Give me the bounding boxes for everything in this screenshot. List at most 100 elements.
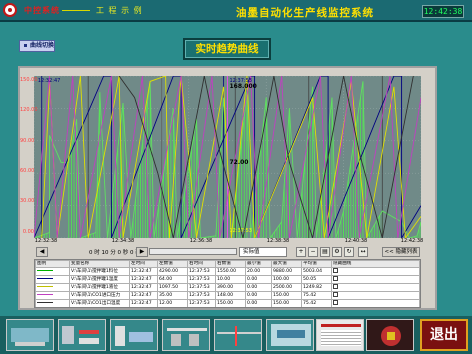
x-tick-label: 12:32:38 — [34, 238, 58, 244]
exit-button[interactable]: 退出 — [420, 319, 468, 351]
right-value: 148.00 — [215, 291, 246, 300]
y-tick-label: 30.00 — [20, 198, 35, 204]
avg-value: 5003.04 — [301, 267, 332, 276]
screen-thumbnail[interactable] — [110, 319, 158, 351]
variable-name: V:\车间\1\搅拌罐1液位 — [69, 283, 130, 292]
title-bar: 中控系统 工 程 示 例 油墨自动化生产线监控系统 12:42:38 — [0, 0, 472, 22]
right-time: 12:37:53 — [187, 299, 216, 307]
hide-curve-checkbox[interactable] — [331, 283, 420, 292]
right-value: 150.00 — [215, 299, 246, 307]
table-row[interactable]: V:\车间\1\搅拌罐1温度 12:32:47 64.00 12:37:53 1… — [35, 275, 420, 284]
page-title: 实时趋势曲线 — [183, 38, 271, 60]
time-navigator: ◀ 0 时 10 分 0 秒 0 毫秒 ▶ 实际值 + − ▤ ⚙ ↻ ↔ <<… — [34, 246, 421, 258]
left-time: 12:32:47 — [129, 283, 158, 292]
legend-header-row: 图例 变量名称 左时间 左数值 右时间 右数值 最小值 最大值 平均值 隐藏曲线 — [35, 260, 420, 268]
column-header: 平均值 — [301, 260, 332, 268]
column-header: 变量名称 — [69, 260, 130, 268]
column-header: 左数值 — [157, 260, 188, 268]
scroll-right-button[interactable]: ▶ — [136, 247, 148, 257]
y-tick-label: 0.00 — [22, 229, 34, 235]
screen-thumbnail[interactable] — [162, 319, 210, 351]
left-value: 64.00 — [157, 275, 188, 284]
left-value: 35.00 — [157, 291, 188, 300]
legend-swatch — [35, 299, 70, 307]
avg-value: 75.42 — [301, 299, 332, 307]
hide-list-button[interactable]: << 隐藏列表 — [382, 247, 420, 257]
right-time: 12:37:53 — [187, 267, 216, 276]
screen-thumbnail[interactable] — [214, 319, 262, 351]
right-time: 12:37:53 — [187, 291, 216, 300]
time-slider[interactable] — [149, 248, 237, 255]
avg-value: 1249.82 — [301, 283, 332, 292]
legend-swatch — [35, 267, 70, 276]
table-row[interactable]: V:\车间\1\搅拌罐1料位 12:32:47 4290.00 12:37:53… — [35, 267, 420, 276]
y-tick-label: 60.00 — [20, 168, 35, 174]
legend-swatch — [35, 283, 70, 292]
trend-plot-area[interactable]: 12:32:47 12:37:53 12:37:53 168.000 72.00 — [33, 75, 422, 240]
y-tick-label: 150.00 — [20, 77, 38, 83]
x-tick-label: 12:40:38 — [344, 238, 368, 244]
column-header: 图例 — [35, 260, 70, 268]
min-value: 0.00 — [245, 291, 272, 300]
curve-switch-button[interactable]: 曲线切换 — [19, 40, 55, 52]
left-value: 4290.00 — [157, 267, 188, 276]
clock-display: 12:42:38 — [422, 5, 464, 18]
y-tick-label: 120.00 — [20, 107, 38, 113]
curve-legend-table: 图例 变量名称 左时间 左数值 右时间 右数值 最小值 最大值 平均值 隐藏曲线… — [34, 259, 421, 308]
y-tick-label: 90.00 — [20, 138, 35, 144]
project-subtitle: 工 程 示 例 — [96, 6, 143, 15]
trend-chart: 12:32:47 12:37:5312:37:53168.00072.00 — [33, 75, 422, 240]
max-value: 2500.00 — [271, 283, 302, 292]
left-time: 12:32:47 — [129, 275, 158, 284]
cursor-time-label: 12:32:47 — [38, 78, 60, 84]
screen-thumbnail[interactable] — [266, 319, 314, 351]
company-logo-icon — [3, 3, 17, 17]
max-value: 100.00 — [271, 275, 302, 284]
zoom-in-icon[interactable]: + — [296, 247, 306, 257]
company-name: 中控系统 — [24, 5, 60, 15]
table-row[interactable]: V:\车间\1\搅拌罐1液位 12:32:47 1097.50 12:37:53… — [35, 283, 420, 292]
avg-value: 75.42 — [301, 291, 332, 300]
legend-swatch — [35, 291, 70, 300]
x-tick-label: 12:42:38 — [400, 238, 424, 244]
screen-thumbnail[interactable] — [366, 319, 414, 351]
hide-curve-checkbox[interactable] — [331, 299, 420, 307]
cursor-value-label: 168.000 — [230, 83, 257, 90]
screen-thumbnail[interactable] — [6, 319, 54, 351]
min-value: 0.00 — [245, 283, 272, 292]
screen-thumbnail[interactable] — [58, 319, 106, 351]
right-value: 10.00 — [215, 275, 246, 284]
value-mode-select[interactable]: 实际值 — [239, 247, 287, 257]
settings-icon[interactable]: ⚙ — [332, 247, 342, 257]
hide-curve-checkbox[interactable] — [331, 275, 420, 284]
max-value: 150.00 — [271, 299, 302, 307]
column-header: 最小值 — [245, 260, 272, 268]
right-time: 12:37:53 — [187, 283, 216, 292]
hide-curve-checkbox[interactable] — [331, 291, 420, 300]
column-header: 隐藏曲线 — [331, 260, 420, 268]
table-row[interactable]: V:\车间\1\CO1进口压力 12:32:47 35.00 12:37:53 … — [35, 291, 420, 300]
x-tick-label: 12:34:38 — [111, 238, 135, 244]
variable-name: V:\车间\1\CO1出口温度 — [69, 299, 130, 307]
screen-navigation-bar: 退出 — [0, 316, 472, 354]
refresh-icon[interactable]: ↻ — [344, 247, 354, 257]
print-icon[interactable]: ▤ — [320, 247, 330, 257]
column-header: 右数值 — [215, 260, 246, 268]
x-tick-label: 12:38:38 — [266, 238, 290, 244]
variable-name: V:\车间\1\搅拌罐1料位 — [69, 267, 130, 276]
table-row[interactable]: V:\车间\1\CO1出口温度 12:32:47 12.00 12:37:53 … — [35, 299, 420, 307]
min-value: 0.00 — [245, 299, 272, 307]
left-value: 1097.50 — [157, 283, 188, 292]
right-value: 1550.00 — [215, 267, 246, 276]
column-header: 左时间 — [129, 260, 158, 268]
zoom-out-icon[interactable]: − — [308, 247, 318, 257]
hide-curve-checkbox[interactable] — [331, 267, 420, 276]
scroll-left-button[interactable]: ◀ — [36, 247, 48, 257]
divider — [62, 10, 90, 11]
cursor-value-label: 72.00 — [230, 159, 249, 166]
left-value: 12.00 — [157, 299, 188, 307]
screen-thumbnail[interactable] — [316, 319, 364, 351]
legend-swatch — [35, 275, 70, 284]
variable-name: V:\车间\1\CO1进口压力 — [69, 291, 130, 300]
expand-icon[interactable]: ↔ — [358, 247, 368, 257]
